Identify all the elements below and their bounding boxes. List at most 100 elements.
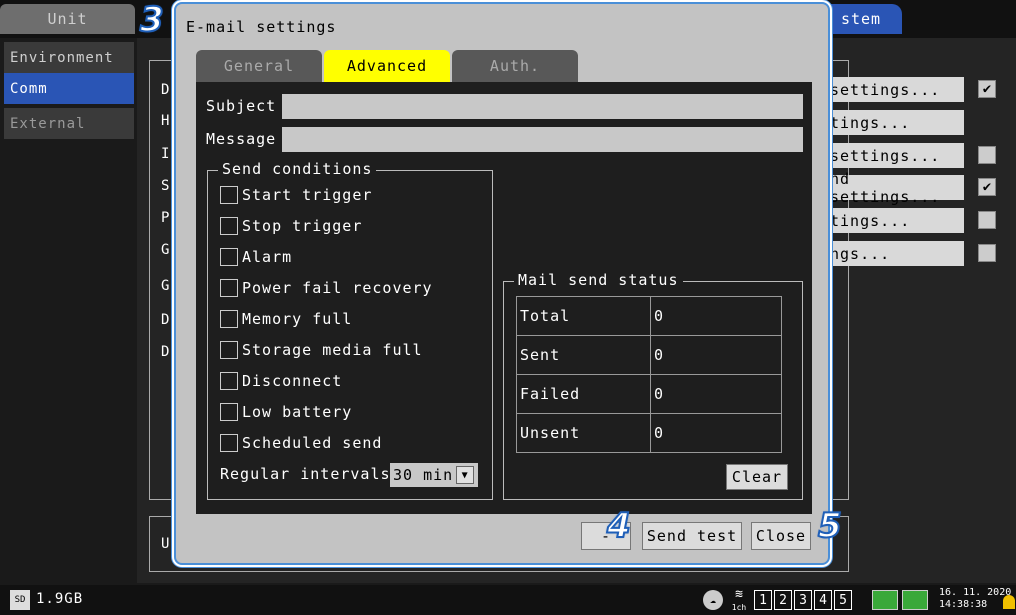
tab-unit[interactable]: Unit	[0, 4, 135, 34]
settings-button[interactable]: nd settings...	[826, 170, 964, 206]
condition-scheduled-send[interactable]: Scheduled send	[220, 432, 382, 454]
condition-disconnect[interactable]: Disconnect	[220, 370, 342, 392]
table-row: Unsent 0	[516, 413, 782, 453]
advanced-tab-panel: Subject Message Send conditions Start tr…	[196, 82, 812, 514]
subject-label: Subject	[206, 97, 277, 115]
email-settings-dialog: E-mail settings General Advanced Auth. S…	[174, 2, 830, 565]
status-bar: SD 1.9GB ☁ ≋ 1ch 1 2 3 4 5 16. 11. 2020 …	[0, 585, 1016, 615]
bg-label: G	[161, 278, 170, 294]
status-label: Sent	[516, 335, 651, 375]
nav-item-external[interactable]: External	[4, 108, 134, 139]
regular-intervals-select[interactable]: 30 min ▼	[390, 463, 478, 487]
status-value: 0	[650, 374, 782, 414]
table-row: Sent 0	[516, 335, 782, 375]
channel-indicator: 3	[794, 590, 812, 610]
settings-button[interactable]: settings...	[826, 77, 964, 102]
status-value: 0	[650, 335, 782, 375]
send-conditions-title: Send conditions	[218, 160, 377, 178]
checkbox[interactable]	[220, 341, 238, 359]
bg-label: P	[161, 210, 170, 226]
condition-start-trigger[interactable]: Start trigger	[220, 184, 372, 206]
checkbox[interactable]	[220, 248, 238, 266]
dialog-title: E-mail settings	[186, 18, 337, 36]
condition-label: Alarm	[242, 248, 293, 266]
dropdown-arrow-icon[interactable]: ▼	[456, 466, 475, 484]
close-button[interactable]: Close	[751, 522, 811, 550]
message-label: Message	[206, 130, 277, 148]
clear-button[interactable]: Clear	[726, 464, 788, 490]
tab-auth[interactable]: Auth.	[452, 50, 578, 82]
clock: 16. 11. 2020 14:38:38	[939, 587, 1011, 611]
checkbox[interactable]	[220, 310, 238, 328]
status-value: 0	[650, 413, 782, 453]
condition-low-battery[interactable]: Low battery	[220, 401, 352, 423]
step-marker-4: 4	[606, 505, 632, 547]
mail-status-table: Total 0 Sent 0 Failed 0 Unsent 0	[516, 296, 782, 453]
enable-checkbox[interactable]	[978, 211, 996, 229]
nav-item-comm[interactable]: Comm	[4, 73, 134, 104]
condition-memory-full[interactable]: Memory full	[220, 308, 352, 330]
step-marker-3: 3	[139, 0, 165, 41]
table-row: Total 0	[516, 296, 782, 336]
storage-remaining: 1.9GB	[36, 591, 84, 607]
nav-item-environment[interactable]: Environment	[4, 42, 134, 73]
checkbox[interactable]	[220, 217, 238, 235]
condition-label: Memory full	[242, 310, 353, 328]
step-marker-5: 5	[817, 505, 843, 547]
status-label: Unsent	[516, 413, 651, 453]
time-text: 14:38:38	[939, 599, 988, 610]
mail-send-status-title: Mail send status	[514, 271, 683, 289]
condition-label: Start trigger	[242, 186, 373, 204]
condition-label: Stop trigger	[242, 217, 363, 235]
settings-button[interactable]: tings...	[826, 110, 964, 135]
regular-intervals-value: 30 min	[393, 466, 454, 484]
subject-input[interactable]	[282, 94, 803, 119]
channel-indicator: 2	[774, 590, 792, 610]
condition-alarm[interactable]: Alarm	[220, 246, 292, 268]
enable-checkbox[interactable]	[978, 146, 996, 164]
settings-button[interactable]: tings...	[826, 208, 964, 233]
table-row: Failed 0	[516, 374, 782, 414]
checkbox[interactable]	[220, 186, 238, 204]
condition-label: Low battery	[242, 403, 353, 421]
sd-card-icon: SD	[10, 590, 30, 610]
checkbox[interactable]	[220, 403, 238, 421]
battery-icon	[872, 590, 898, 610]
condition-stop-trigger[interactable]: Stop trigger	[220, 215, 362, 237]
bg-label: G	[161, 242, 170, 258]
channel-indicator: 1	[754, 590, 772, 610]
bg-label: D	[161, 312, 170, 328]
tab-general[interactable]: General	[196, 50, 322, 82]
checkbox[interactable]	[220, 279, 238, 297]
mail-send-status-group: Mail send status Total 0 Sent 0 Failed 0 Un…	[503, 271, 803, 500]
bg-label: D	[161, 82, 170, 98]
battery-icon	[902, 590, 928, 610]
settings-button[interactable]: ngs...	[826, 241, 964, 266]
tab-advanced[interactable]: Advanced	[324, 50, 450, 82]
bg-label: H	[161, 113, 170, 129]
tab-system[interactable]: stem	[820, 4, 902, 34]
cloud-icon: ☁	[703, 590, 723, 610]
status-value: 0	[650, 296, 782, 336]
channel-label: 1ch	[731, 603, 747, 612]
lock-icon	[1003, 595, 1015, 609]
condition-label: Disconnect	[242, 372, 343, 390]
bg-label: U	[161, 536, 170, 552]
message-input[interactable]	[282, 127, 803, 152]
condition-storage-media-full[interactable]: Storage media full	[220, 339, 423, 361]
checkbox[interactable]	[220, 434, 238, 452]
enable-checkbox[interactable]	[978, 244, 996, 262]
status-label: Total	[516, 296, 651, 336]
enable-checkbox[interactable]: ✔	[978, 80, 996, 98]
condition-label: Power fail recovery	[242, 279, 433, 297]
send-conditions-group: Send conditions Start trigger Stop trigg…	[207, 160, 493, 500]
condition-power-fail-recovery[interactable]: Power fail recovery	[220, 277, 433, 299]
checkbox[interactable]	[220, 372, 238, 390]
bg-label: S	[161, 178, 170, 194]
bg-label: D	[161, 344, 170, 360]
date-text: 16. 11. 2020	[939, 587, 1012, 598]
settings-button[interactable]: settings...	[826, 143, 964, 168]
enable-checkbox[interactable]: ✔	[978, 178, 996, 196]
send-test-button[interactable]: Send test	[642, 522, 742, 550]
channel-indicator: 4	[814, 590, 832, 610]
